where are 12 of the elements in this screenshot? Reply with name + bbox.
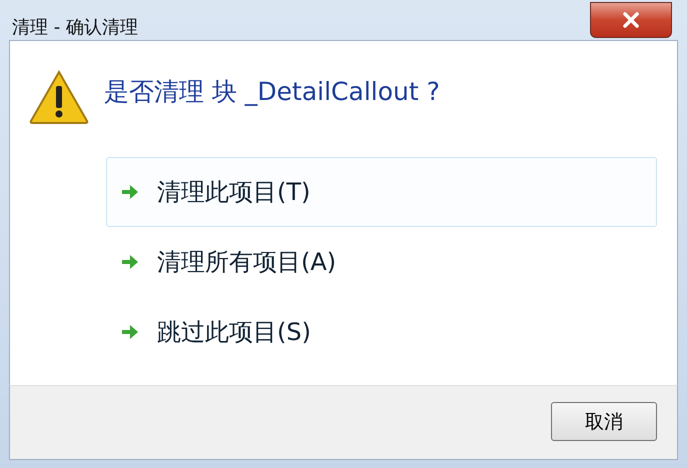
dialog-message: 是否清理 块 _DetailCallout ? <box>104 76 440 108</box>
warning-icon <box>28 69 90 125</box>
command-link[interactable]: 清理此项目(T) <box>106 157 657 227</box>
close-icon <box>622 12 640 28</box>
close-button[interactable] <box>590 2 672 38</box>
window-title: 清理 - 确认清理 <box>12 16 138 39</box>
arrow-icon <box>121 324 139 340</box>
command-link[interactable]: 跳过此项目(S) <box>106 297 657 367</box>
arrow-icon <box>121 184 139 200</box>
cancel-button[interactable]: 取消 <box>551 402 657 441</box>
arrow-icon <box>121 254 139 270</box>
command-link[interactable]: 清理所有项目(A) <box>106 227 657 297</box>
